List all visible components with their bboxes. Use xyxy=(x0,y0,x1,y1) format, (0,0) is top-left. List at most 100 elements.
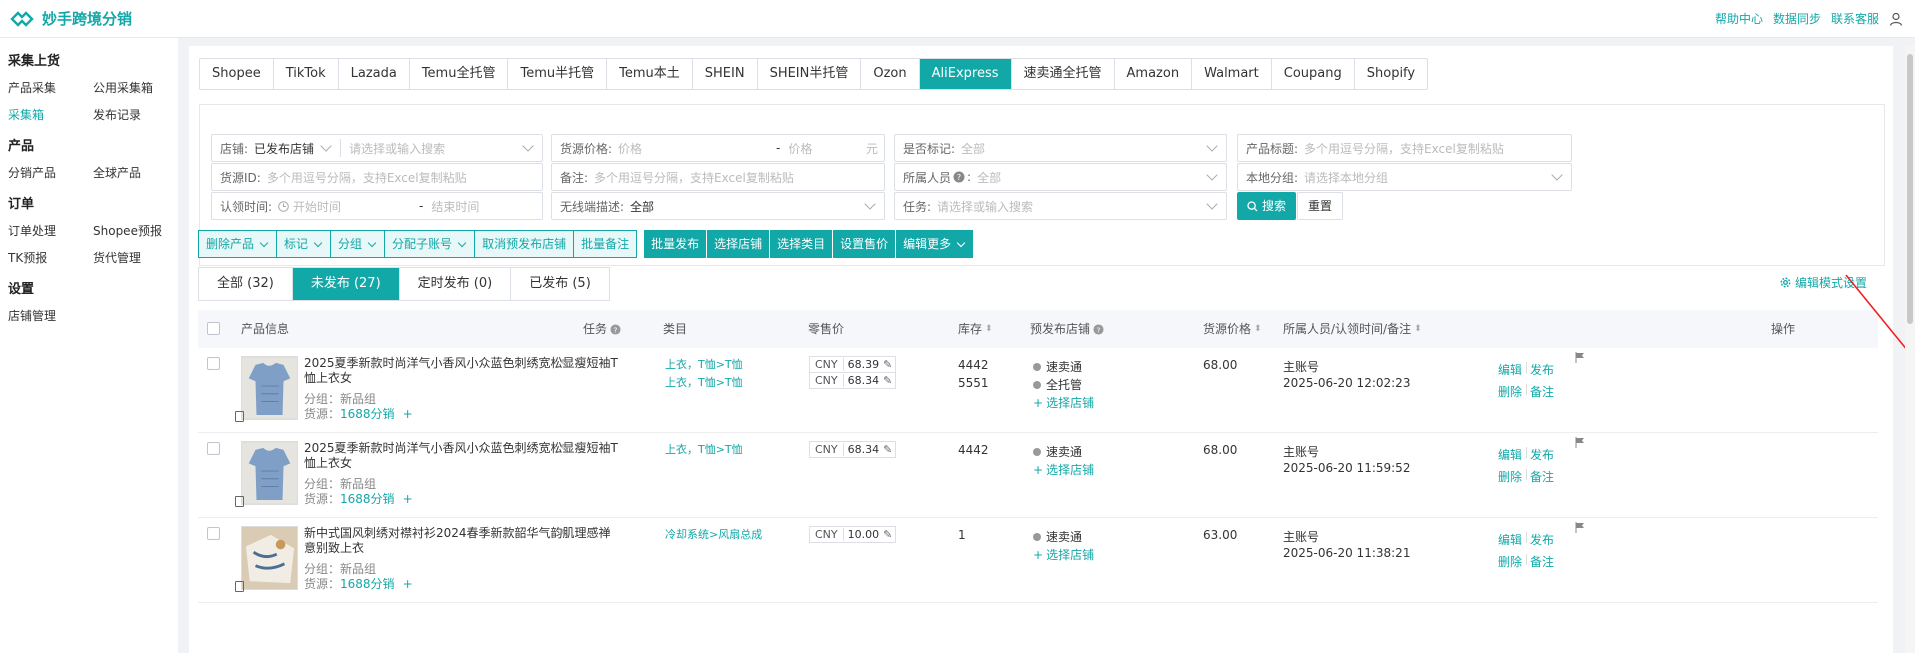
pencil-icon[interactable]: ✎ xyxy=(560,527,569,540)
action-button[interactable]: 删除产品 xyxy=(198,230,278,258)
sidebar-item[interactable]: 分销产品 xyxy=(8,164,93,181)
publish-link[interactable]: 发布 xyxy=(1530,531,1554,548)
plus-icon[interactable]: + xyxy=(403,492,413,506)
status-tab[interactable]: 定时发布 (0) xyxy=(400,268,512,300)
remark-link[interactable]: 备注 xyxy=(1530,468,1554,485)
pencil-icon[interactable]: ✎ xyxy=(883,443,895,456)
price-input[interactable]: CNY 10.00 ✎ xyxy=(809,526,897,543)
select-store-link[interactable]: + 选择店铺 xyxy=(1033,394,1094,411)
source-link[interactable]: 1688分销 xyxy=(340,407,395,421)
product-title[interactable]: 新中式国风刺绣对襟衬衫2024春季新款韶华气韵肌理感禅意别致上衣 xyxy=(304,526,622,556)
owner-select[interactable]: 所属人员 ? : 全部 xyxy=(894,163,1227,191)
product-title[interactable]: 2025夏季新款时尚洋气小香风小众蓝色刺绣宽松显瘦短袖T恤上衣女 xyxy=(304,356,622,386)
sidebar-item[interactable]: 采集箱 xyxy=(8,106,93,123)
sidebar-item[interactable]: 产品采集 xyxy=(8,79,93,96)
claim-time-range[interactable]: 认领时间: 开始时间 - 结束时间 xyxy=(211,192,543,220)
pencil-icon[interactable]: ✎ xyxy=(883,358,895,371)
pencil-icon[interactable]: ✎ xyxy=(883,374,895,387)
scrollbar-thumb[interactable] xyxy=(1907,54,1913,324)
price-min-input[interactable]: 价格 xyxy=(618,140,768,157)
sidebar-item[interactable]: 全球产品 xyxy=(93,164,178,181)
source-link[interactable]: 1688分销 xyxy=(340,577,395,591)
sidebar-item[interactable]: TK预报 xyxy=(8,249,93,266)
tab-platform[interactable]: Ozon xyxy=(861,59,920,89)
action-button[interactable]: 编辑更多 xyxy=(896,230,975,258)
status-tab[interactable]: 全部 (32) xyxy=(199,268,293,300)
product-image[interactable] xyxy=(241,526,298,590)
tab-platform[interactable]: SHEIN xyxy=(693,59,758,89)
local-group-select[interactable]: 本地分组: 请选择本地分组 xyxy=(1237,163,1572,191)
tab-platform[interactable]: Temu本土 xyxy=(607,59,693,89)
delete-link[interactable]: 删除 xyxy=(1498,553,1522,570)
pencil-icon[interactable]: ✎ xyxy=(560,442,569,455)
remark-link[interactable]: 备注 xyxy=(1530,383,1554,400)
select-store-link[interactable]: + 选择店铺 xyxy=(1033,461,1094,478)
data-sync-link[interactable]: 数据同步 xyxy=(1773,10,1821,27)
price-max-input[interactable]: 价格 xyxy=(788,140,866,157)
delete-link[interactable]: 删除 xyxy=(1498,468,1522,485)
plus-icon[interactable]: + xyxy=(403,407,413,421)
contact-support-link[interactable]: 联系客服 xyxy=(1831,10,1879,27)
row-checkbox[interactable] xyxy=(207,442,220,458)
row-checkbox[interactable] xyxy=(207,357,220,373)
action-button[interactable]: 选择店铺 xyxy=(707,230,771,258)
product-title[interactable]: 2025夏季新款时尚洋气小香风小众蓝色刺绣宽松显瘦短袖T恤上衣女 xyxy=(304,441,622,471)
tab-platform[interactable]: Walmart xyxy=(1192,59,1272,89)
mobile-icon[interactable] xyxy=(235,411,244,422)
tab-platform[interactable]: 速卖通全托管 xyxy=(1012,59,1115,89)
flag-icon[interactable] xyxy=(1575,437,1585,451)
tab-platform[interactable]: Temu全托管 xyxy=(410,59,509,89)
action-button[interactable]: 设置售价 xyxy=(833,230,897,258)
publish-link[interactable]: 发布 xyxy=(1530,446,1554,463)
sidebar-item[interactable]: 货代管理 xyxy=(93,249,178,266)
price-input[interactable]: CNY 68.39 ✎ xyxy=(809,356,897,373)
source-price-range[interactable]: 货源价格: 价格 - 价格 元 xyxy=(551,134,885,162)
tab-platform[interactable]: Temu半托管 xyxy=(508,59,608,89)
store-select[interactable]: 店铺: 已发布店铺 请选择或输入搜索 xyxy=(211,134,543,162)
tab-platform[interactable]: TikTok xyxy=(274,59,339,89)
action-button[interactable]: 标记 xyxy=(276,230,332,258)
pencil-icon[interactable]: ✎ xyxy=(560,357,569,370)
th-owner[interactable]: 所属人员/认领时间/备注 ⬍ xyxy=(1283,310,1422,348)
action-button[interactable]: 批量发布 xyxy=(644,230,708,258)
action-button[interactable]: 批量备注 xyxy=(573,230,638,258)
status-tab[interactable]: 未发布 (27) xyxy=(292,268,400,300)
tab-platform[interactable]: Coupang xyxy=(1272,59,1355,89)
remark-input[interactable]: 备注: 多个用逗号分隔，支持Excel复制粘贴 xyxy=(551,163,885,191)
edit-link[interactable]: 编辑 xyxy=(1498,531,1522,548)
scrollbar[interactable] xyxy=(1905,46,1915,653)
tab-platform[interactable]: Shopee xyxy=(200,59,274,89)
tab-platform[interactable]: AliExpress xyxy=(919,59,1012,89)
source-id-input[interactable]: 货源ID: 多个用逗号分隔，支持Excel复制粘贴 xyxy=(211,163,543,191)
product-image[interactable] xyxy=(241,441,298,505)
mobile-icon[interactable] xyxy=(235,496,244,507)
category-link[interactable]: 上衣，T恤>T恤 xyxy=(665,356,743,372)
flag-icon[interactable] xyxy=(1575,522,1585,536)
pencil-icon[interactable]: ✎ xyxy=(883,528,895,541)
remark-link[interactable]: 备注 xyxy=(1530,553,1554,570)
edit-link[interactable]: 编辑 xyxy=(1498,446,1522,463)
action-button[interactable]: 分组 xyxy=(330,230,386,258)
source-link[interactable]: 1688分销 xyxy=(340,492,395,506)
publish-link[interactable]: 发布 xyxy=(1530,361,1554,378)
logo[interactable]: 妙手跨境分销 xyxy=(10,8,132,29)
mobile-icon[interactable] xyxy=(235,581,244,592)
sidebar-item[interactable]: Shopee预报 xyxy=(93,222,178,239)
reset-button[interactable]: 重置 xyxy=(1297,192,1344,220)
th-stock[interactable]: 库存 ⬍ xyxy=(958,310,993,348)
th-source-price[interactable]: 货源价格 ⬍ xyxy=(1203,310,1262,348)
row-checkbox[interactable] xyxy=(207,527,220,543)
select-store-link[interactable]: + 选择店铺 xyxy=(1033,546,1094,563)
product-image[interactable] xyxy=(241,356,298,420)
flag-icon[interactable] xyxy=(1575,352,1585,366)
product-title-input[interactable]: 产品标题: 多个用逗号分隔，支持Excel复制粘贴 xyxy=(1237,134,1572,162)
marked-select[interactable]: 是否标记: 全部 xyxy=(894,134,1227,162)
wireless-desc-select[interactable]: 无线端描述: 全部 xyxy=(551,192,885,220)
category-link[interactable]: 上衣，T恤>T恤 xyxy=(665,441,743,457)
user-icon[interactable] xyxy=(1889,12,1903,26)
help-center-link[interactable]: 帮助中心 xyxy=(1715,10,1763,27)
action-button[interactable]: 分配子账号 xyxy=(384,230,476,258)
select-all-checkbox[interactable] xyxy=(207,322,220,335)
task-select[interactable]: 任务: 请选择或输入搜索 xyxy=(894,192,1227,220)
action-button[interactable]: 选择类目 xyxy=(770,230,834,258)
